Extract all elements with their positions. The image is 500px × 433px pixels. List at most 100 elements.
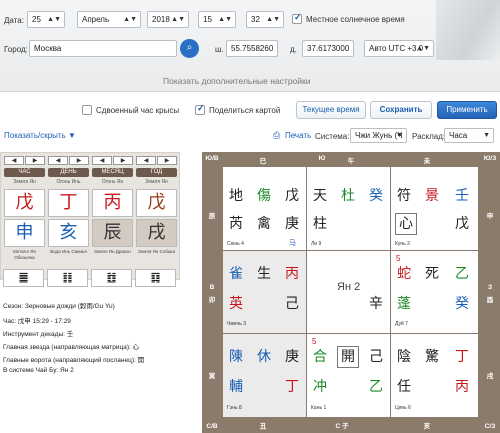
chevron-down-icon: ▲▼ bbox=[171, 16, 185, 23]
palace-zhen[interactable]: 雀 生 丙 英 己 Чжень 3 bbox=[223, 251, 306, 333]
top-branch: 未 bbox=[423, 158, 431, 165]
timezone-select[interactable]: Авто UTC +3.0 ▲▼ bbox=[364, 40, 434, 57]
month-arrows: ◀ ▶ bbox=[92, 156, 133, 166]
timezone-value: Авто UTC +3.0 bbox=[369, 44, 424, 53]
hour-select[interactable]: 15 ▲▼ bbox=[198, 11, 236, 28]
year-value: 2018 bbox=[152, 15, 170, 24]
left-branch: 辰 bbox=[208, 213, 216, 220]
share-label: Поделиться картой bbox=[209, 106, 281, 115]
layout-label: Расклад: bbox=[412, 132, 446, 141]
stem-label: Огонь Ян bbox=[101, 179, 124, 185]
lat-input[interactable]: 55.7558260 bbox=[226, 40, 278, 57]
palace-kun[interactable]: 符 景 壬 心 戊 Кунь 2 bbox=[391, 167, 478, 250]
lon-label: д. bbox=[290, 45, 297, 54]
palace-char: 丙 bbox=[285, 266, 299, 282]
system-info: В системе Чай Бу: Ян 2 bbox=[3, 367, 74, 374]
palace-char: 庚 bbox=[285, 349, 299, 365]
palace-char: 戊 bbox=[285, 188, 299, 204]
palace-char: 乙 bbox=[369, 379, 383, 395]
pillar-header-month: МЕСЯЦ bbox=[92, 168, 133, 177]
palace-char: 乙 bbox=[455, 266, 469, 282]
print-link[interactable]: Печать bbox=[285, 131, 311, 140]
share-checkbox[interactable] bbox=[195, 103, 205, 115]
apply-button[interactable]: Применить bbox=[437, 101, 497, 119]
horse-icon: 马 bbox=[289, 240, 296, 247]
decade-info: Инструмент декады: 壬 bbox=[3, 331, 74, 338]
next-icon[interactable]: ▶ bbox=[69, 156, 89, 165]
palace-char: 壬 bbox=[455, 188, 469, 204]
west-label: З bbox=[487, 284, 493, 291]
stem-day: 丁 bbox=[48, 189, 89, 217]
palace-kan[interactable]: 5 合 開 己 冲 乙 Кань 1 bbox=[307, 334, 390, 417]
city-input[interactable]: Москва bbox=[29, 40, 177, 57]
palace-caption: Ли 9 bbox=[311, 241, 322, 247]
double-hour-checkbox[interactable] bbox=[82, 105, 92, 115]
palace-char: 辛 bbox=[369, 296, 383, 312]
corner-se: Ю/В bbox=[205, 155, 219, 162]
palace-number: 5 bbox=[396, 254, 401, 263]
palace-char: 丁 bbox=[455, 349, 469, 365]
palace-center[interactable]: Ян 2 辛 bbox=[307, 251, 390, 333]
solar-time-checkbox[interactable] bbox=[292, 12, 302, 24]
bottom-branch: 亥 bbox=[423, 423, 431, 430]
year-select[interactable]: 2018 ▲▼ bbox=[147, 11, 189, 28]
palace-char: 任 bbox=[397, 379, 411, 395]
city-label: Город: bbox=[4, 45, 28, 54]
save-button[interactable]: Сохранить bbox=[370, 101, 432, 119]
hour-arrows: ◀ ▶ bbox=[4, 156, 45, 166]
palace-char: 丁 bbox=[285, 379, 299, 395]
palace-caption: Цянь 6 bbox=[395, 405, 411, 411]
prev-icon[interactable]: ◀ bbox=[48, 156, 68, 165]
palace-char: 戊 bbox=[455, 216, 469, 232]
chevron-down-icon: ▲▼ bbox=[266, 16, 280, 23]
east-label: В bbox=[209, 284, 215, 291]
day-select[interactable]: 25 ▲▼ bbox=[27, 11, 65, 28]
month-select[interactable]: Апрель ▲▼ bbox=[77, 11, 141, 28]
next-icon[interactable]: ▶ bbox=[157, 156, 177, 165]
south-label: Ю bbox=[318, 155, 326, 162]
prev-icon[interactable]: ◀ bbox=[92, 156, 112, 165]
palace-caption: Дуй 7 bbox=[395, 321, 408, 327]
hexagram-hour: ䷀ bbox=[3, 269, 44, 287]
palace-dui[interactable]: 5 蛇 死 乙 蓬 癸 Дуй 7 bbox=[391, 251, 478, 333]
toggle-link[interactable]: Показать/скрыть ▼ bbox=[4, 131, 76, 140]
north-label: С bbox=[335, 423, 341, 430]
search-icon[interactable]: ⌕ bbox=[180, 39, 199, 58]
palace-char: 景 bbox=[425, 188, 439, 204]
stem-year: 戊 bbox=[136, 189, 177, 217]
next-icon[interactable]: ▶ bbox=[25, 156, 45, 165]
palace-xun[interactable]: 地 傷 戊 芮 禽 庚 Сюнь 4 马 bbox=[223, 167, 306, 250]
palace-char: 英 bbox=[229, 296, 243, 312]
layout-select[interactable]: Часа ▼ bbox=[444, 128, 494, 143]
palace-char: 地 bbox=[229, 188, 243, 204]
prev-icon[interactable]: ◀ bbox=[136, 156, 156, 165]
current-time-button[interactable]: Текущее время bbox=[296, 101, 366, 119]
lon-input[interactable]: 37.6173000 bbox=[302, 40, 354, 57]
left-branch: 卯 bbox=[208, 297, 216, 304]
palace-caption: Кань 1 bbox=[311, 405, 327, 411]
center-label: Ян 2 bbox=[337, 281, 361, 293]
palace-char: 陰 bbox=[397, 349, 411, 365]
system-label: Система: bbox=[315, 132, 350, 141]
palace-char: 天 bbox=[313, 188, 327, 204]
top-branch: 午 bbox=[347, 158, 355, 165]
print-icon[interactable]: ⎙ bbox=[273, 130, 280, 141]
top-branch: 巳 bbox=[259, 158, 267, 165]
palace-gen[interactable]: 陳 休 庚 輔 丁 Гэнь 8 bbox=[223, 334, 306, 417]
palace-char: 癸 bbox=[369, 188, 383, 204]
minute-select[interactable]: 32 ▲▼ bbox=[246, 11, 284, 28]
corner-ne: С/В bbox=[206, 423, 218, 430]
more-settings-link[interactable]: Показать дополнительные настройки bbox=[163, 76, 310, 86]
system-select[interactable]: Чжи Жунь (Ч ▼ bbox=[350, 128, 407, 143]
bottom-branch-mid: 子 bbox=[342, 423, 349, 430]
qimen-chart: Ю/В Ю/З С/В С/З 巳 午 未 Ю 丑 С 子 亥 辰 В 卯 寅 … bbox=[202, 152, 500, 433]
lon-value: 37.6173000 bbox=[307, 44, 350, 53]
gate-info: Главные ворота (направляющий посланец): … bbox=[3, 357, 145, 364]
chevron-down-icon: ▲▼ bbox=[47, 16, 61, 23]
prev-icon[interactable]: ◀ bbox=[4, 156, 24, 165]
next-icon[interactable]: ▶ bbox=[113, 156, 133, 165]
year-arrows: ◀ ▶ bbox=[136, 156, 177, 166]
palace-qian[interactable]: 陰 驚 丁 任 丙 Цянь 6 bbox=[391, 334, 478, 417]
palace-char: 驚 bbox=[425, 349, 439, 365]
palace-li[interactable]: 天 杜 癸 柱 Ли 9 bbox=[307, 167, 390, 250]
